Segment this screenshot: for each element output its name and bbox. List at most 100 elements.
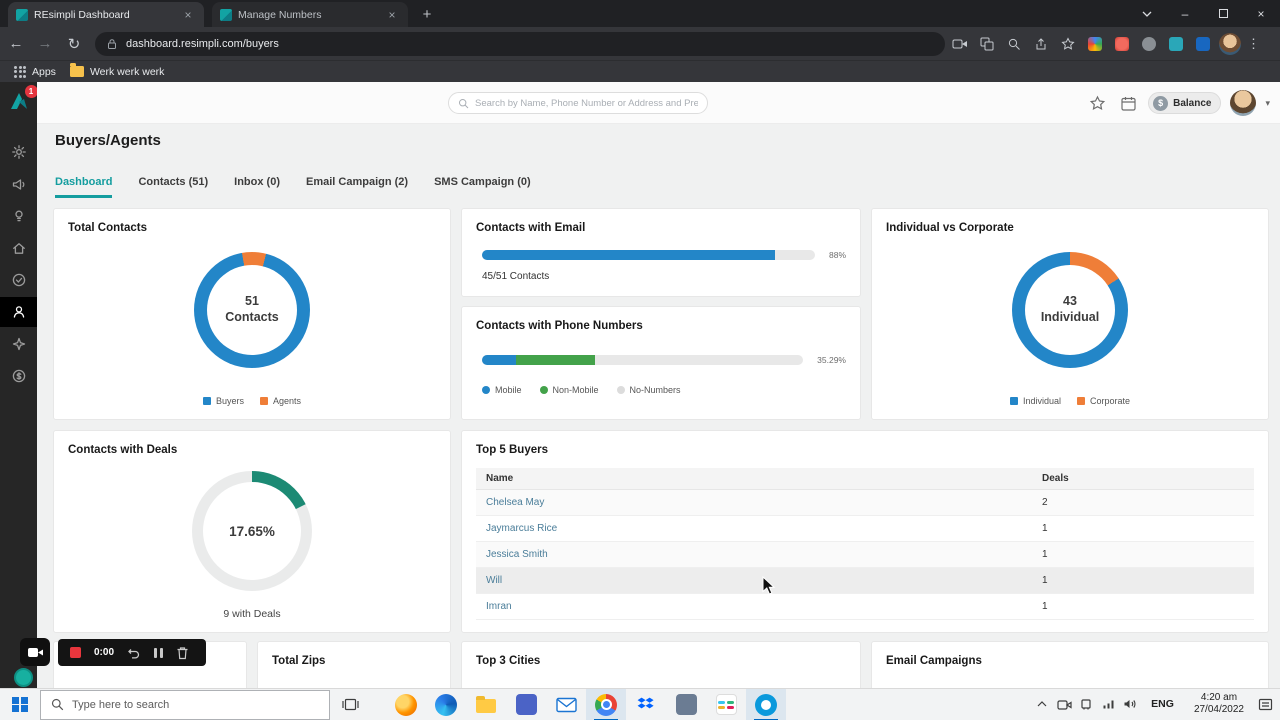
- teams-icon[interactable]: [506, 689, 546, 720]
- tab-capture-icon[interactable]: [948, 32, 972, 56]
- stop-recording-button[interactable]: [70, 647, 81, 658]
- network-icon[interactable]: [1099, 688, 1117, 720]
- recorder-camera-button[interactable]: [20, 638, 50, 666]
- donut-center-label: Contacts: [225, 310, 279, 324]
- buyer-deals: 1: [1042, 523, 1048, 534]
- buyer-name-link[interactable]: Will: [476, 575, 1032, 586]
- user-avatar[interactable]: [1230, 90, 1257, 116]
- buyer-name-link[interactable]: Imran: [476, 601, 1032, 612]
- back-icon[interactable]: ←: [3, 31, 29, 57]
- editor-app-icon[interactable]: [666, 689, 706, 720]
- tab-search-icon[interactable]: [1128, 0, 1166, 27]
- usb-tray-icon[interactable]: [1077, 688, 1095, 720]
- card-title: Top 3 Cities: [476, 655, 541, 667]
- language-indicator[interactable]: ENG: [1143, 698, 1182, 710]
- resimpli-logo[interactable]: 1: [7, 85, 38, 113]
- sidebar-item-campaigns[interactable]: [0, 169, 37, 199]
- sidebar-item-buyers[interactable]: [0, 297, 37, 327]
- restart-recording-icon[interactable]: [127, 646, 141, 660]
- taskbar-search-box[interactable]: [40, 689, 330, 720]
- balance-button[interactable]: $ Balance: [1148, 92, 1222, 114]
- extension-colorful-icon[interactable]: [1083, 32, 1107, 56]
- card-contacts-with-deals: Contacts with Deals 17.65% 9 with Deals: [53, 430, 451, 633]
- tab-contacts[interactable]: Contacts (51): [138, 176, 208, 198]
- extension-red-icon[interactable]: [1110, 32, 1134, 56]
- extension-teal-icon[interactable]: [1164, 32, 1188, 56]
- app-search-input[interactable]: [475, 97, 698, 109]
- bookmark-star-icon[interactable]: [1056, 32, 1080, 56]
- table-row[interactable]: Chelsea May 2: [476, 490, 1254, 516]
- sidebar-item-leads[interactable]: [0, 201, 37, 231]
- tab-inbox[interactable]: Inbox (0): [234, 176, 280, 198]
- profile-avatar[interactable]: [1218, 32, 1242, 56]
- buyer-deals: 1: [1042, 601, 1048, 612]
- mail-icon[interactable]: [546, 689, 586, 720]
- refresh-icon[interactable]: ↻: [61, 31, 87, 57]
- action-center-icon[interactable]: [1256, 688, 1274, 720]
- sidebar-item-tasks[interactable]: [0, 265, 37, 295]
- volume-icon[interactable]: [1121, 688, 1139, 720]
- skype-icon[interactable]: [746, 688, 786, 720]
- tab-dashboard[interactable]: Dashboard: [55, 176, 113, 198]
- close-tab-icon[interactable]: ×: [180, 7, 196, 23]
- browser-tab-manage-numbers[interactable]: Manage Numbers ×: [212, 2, 408, 27]
- card-title: Total Zips: [272, 655, 326, 667]
- legend-label: Buyers: [215, 396, 244, 406]
- tab-email-campaign[interactable]: Email Campaign (2): [306, 176, 408, 198]
- tab-sms-campaign[interactable]: SMS Campaign (0): [434, 176, 531, 198]
- deals-donut-chart[interactable]: 17.65%: [192, 471, 312, 591]
- sidebar-item-settings[interactable]: [0, 137, 37, 167]
- dropbox-icon[interactable]: [626, 689, 666, 720]
- new-tab-button[interactable]: +: [414, 1, 440, 27]
- translate-icon[interactable]: [975, 32, 999, 56]
- browser-menu-icon[interactable]: ⋮: [1247, 36, 1260, 52]
- maximize-button[interactable]: [1204, 0, 1242, 27]
- buyer-name-link[interactable]: Chelsea May: [476, 497, 1032, 508]
- chrome-icon[interactable]: [586, 688, 626, 720]
- taskbar-search-input[interactable]: [72, 698, 319, 711]
- slack-icon[interactable]: [706, 689, 746, 720]
- buyer-name-link[interactable]: Jessica Smith: [476, 549, 1032, 560]
- extensions-puzzle-icon[interactable]: [1137, 32, 1161, 56]
- hidden-icons-chevron[interactable]: [1033, 688, 1051, 720]
- delete-recording-icon[interactable]: [176, 646, 189, 660]
- sidebar-item-billing[interactable]: [0, 361, 37, 391]
- browser-tab-resimpli-dashboard[interactable]: REsimpli Dashboard ×: [8, 2, 204, 27]
- total-contacts-donut-chart[interactable]: 51 Contacts: [194, 252, 310, 368]
- file-explorer-icon[interactable]: [466, 689, 506, 720]
- card-title: Individual vs Corporate: [886, 222, 1014, 234]
- close-tab-icon[interactable]: ×: [384, 7, 400, 23]
- table-row[interactable]: Will 1: [476, 568, 1254, 594]
- firefox-icon[interactable]: [386, 689, 426, 720]
- table-row[interactable]: Imran 1: [476, 594, 1254, 620]
- close-window-button[interactable]: ×: [1242, 0, 1280, 27]
- table-row[interactable]: Jessica Smith 1: [476, 542, 1254, 568]
- table-row[interactable]: Jaymarcus Rice 1: [476, 516, 1254, 542]
- apps-shortcut[interactable]: Apps: [14, 65, 56, 78]
- share-icon[interactable]: [1029, 32, 1053, 56]
- buyer-name-link[interactable]: Jaymarcus Rice: [476, 523, 1032, 534]
- favorites-icon[interactable]: [1086, 92, 1108, 114]
- minimize-button[interactable]: –: [1166, 0, 1204, 27]
- legend-dot-no-numbers: [616, 386, 625, 394]
- chevron-down-icon[interactable]: ▾: [1265, 98, 1270, 109]
- taskbar-clock[interactable]: 4:20 am 27/04/2022: [1186, 692, 1252, 717]
- camera-tray-icon[interactable]: [1055, 688, 1073, 720]
- sidebar-item-automations[interactable]: [0, 329, 37, 359]
- task-view-icon[interactable]: [330, 689, 370, 720]
- edge-icon[interactable]: [426, 689, 466, 720]
- extension-blue-icon[interactable]: [1191, 32, 1215, 56]
- app-search-box[interactable]: [448, 92, 708, 114]
- start-button[interactable]: [0, 689, 40, 720]
- forward-icon[interactable]: →: [32, 31, 58, 57]
- legend-label: Agents: [272, 396, 302, 406]
- individual-corporate-donut-chart[interactable]: 43 Individual: [1012, 252, 1128, 368]
- bookmark-folder[interactable]: Werk werk werk: [69, 63, 164, 78]
- zoom-icon[interactable]: [1002, 32, 1026, 56]
- calendar-icon[interactable]: [1117, 92, 1139, 114]
- sidebar-item-properties[interactable]: [0, 233, 37, 263]
- legend-swatch-individual: [1009, 397, 1018, 405]
- address-bar[interactable]: dashboard.resimpli.com/buyers: [95, 31, 945, 56]
- chat-widget-icon[interactable]: [14, 668, 33, 687]
- pause-recording-icon[interactable]: [154, 647, 164, 658]
